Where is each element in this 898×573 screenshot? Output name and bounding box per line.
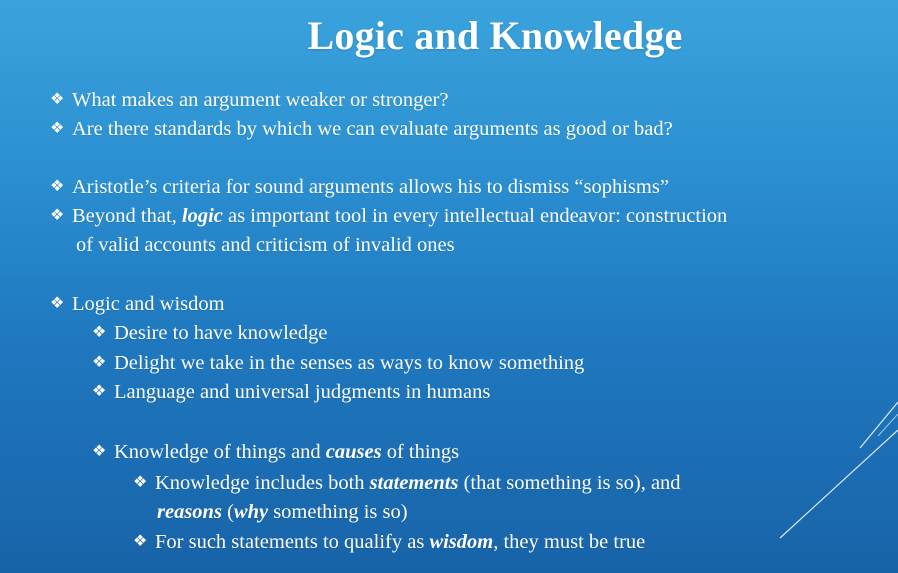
decorative-lines <box>779 401 898 539</box>
slide: { "slide": { "title": "Logic and Knowled… <box>0 0 898 573</box>
decor-line-short <box>859 401 898 449</box>
decor-line-long <box>779 429 898 539</box>
